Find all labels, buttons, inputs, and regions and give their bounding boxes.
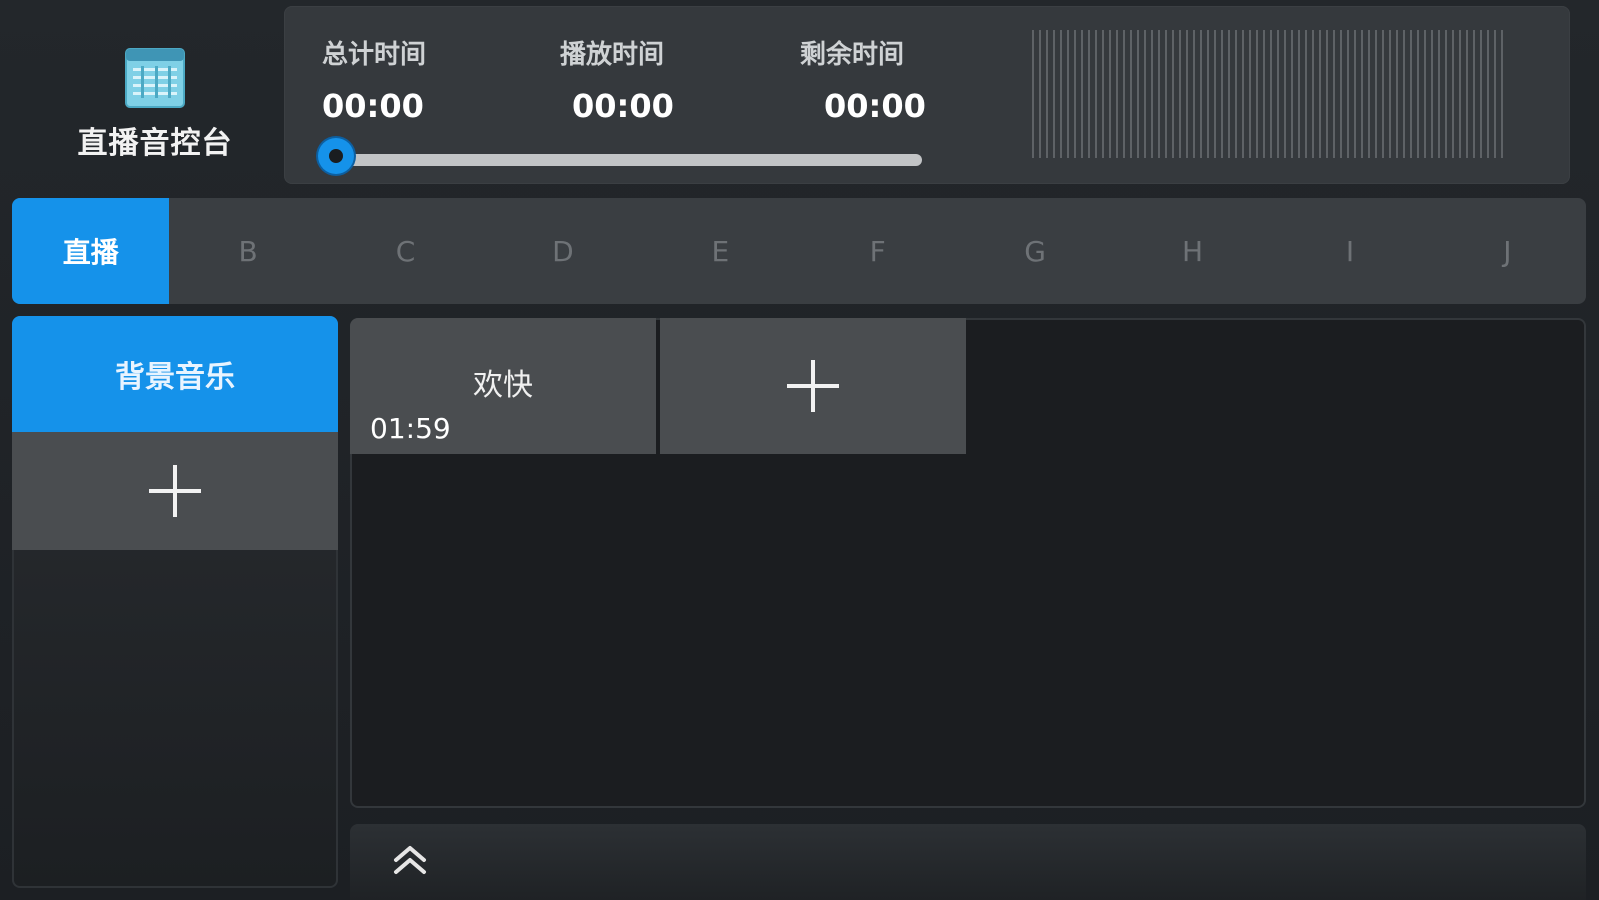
remaining-time-value: 00:00 xyxy=(824,87,926,125)
time-panel: 总计时间 00:00 播放时间 00:00 剩余时间 00:00 xyxy=(284,6,1570,184)
tab-f[interactable]: F xyxy=(799,198,956,304)
audio-level-meter xyxy=(1032,30,1504,158)
tab-c[interactable]: C xyxy=(327,198,484,304)
add-category-button[interactable] xyxy=(12,432,338,550)
tab-live[interactable]: 直播 xyxy=(12,198,170,304)
tab-g[interactable]: G xyxy=(956,198,1113,304)
app-logo: 直播音控台 xyxy=(40,30,270,170)
plus-icon xyxy=(149,465,201,517)
progress-knob[interactable] xyxy=(318,138,354,174)
clip-duration: 01:59 xyxy=(370,412,451,445)
tab-h[interactable]: H xyxy=(1114,198,1271,304)
double-chevron-up-icon[interactable] xyxy=(390,840,430,880)
played-time-block: 播放时间 00:00 xyxy=(560,34,740,125)
app-title: 直播音控台 xyxy=(77,126,233,161)
page-tab-bar: 直播 B C D E F G H I J xyxy=(12,198,1586,304)
sound-clip-grid: 欢快 01:59 xyxy=(350,318,1586,808)
played-time-value: 00:00 xyxy=(572,87,674,125)
category-panel: 背景音乐 xyxy=(12,316,338,888)
tab-e[interactable]: E xyxy=(642,198,799,304)
tab-j[interactable]: J xyxy=(1429,198,1586,304)
total-time-block: 总计时间 00:00 xyxy=(322,34,502,125)
tab-i[interactable]: I xyxy=(1271,198,1428,304)
add-clip-button[interactable] xyxy=(660,318,966,454)
total-time-label: 总计时间 xyxy=(322,40,427,70)
remaining-time-block: 剩余时间 00:00 xyxy=(800,34,980,125)
app-window: 直播音控台 总计时间 00:00 播放时间 00:00 剩余时间 00:00 直… xyxy=(0,0,1599,900)
category-item-background-music[interactable]: 背景音乐 xyxy=(12,316,338,432)
plus-icon xyxy=(787,360,839,412)
tab-b[interactable]: B xyxy=(169,198,326,304)
total-time-value: 00:00 xyxy=(322,87,424,125)
mixer-window-icon xyxy=(125,48,185,108)
sound-clip[interactable]: 欢快 01:59 xyxy=(350,318,656,454)
playback-progress-slider[interactable] xyxy=(318,138,922,174)
bottom-bar xyxy=(350,824,1586,900)
remaining-time-label: 剩余时间 xyxy=(800,40,905,70)
tab-d[interactable]: D xyxy=(484,198,641,304)
played-time-label: 播放时间 xyxy=(560,40,665,70)
clip-name: 欢快 xyxy=(473,368,533,403)
